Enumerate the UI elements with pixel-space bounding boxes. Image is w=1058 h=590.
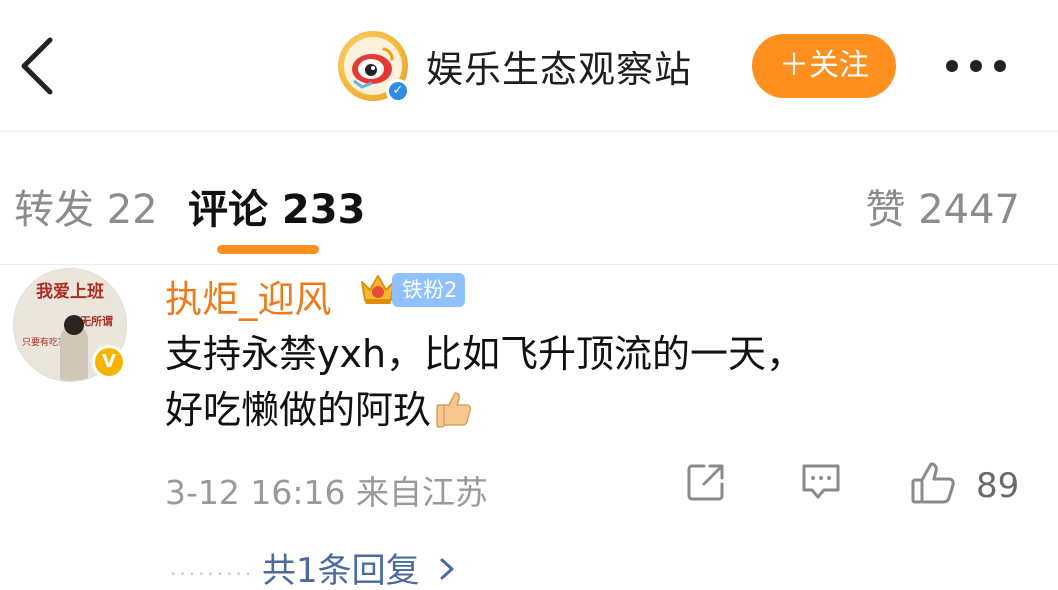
follow-button[interactable]: ＋关注 — [752, 34, 896, 98]
view-replies-link[interactable]: 共1条回复 — [262, 543, 462, 590]
active-tab-indicator — [217, 245, 319, 254]
tab-comments[interactable]: 评论 233 — [188, 177, 365, 235]
verified-badge-icon: V — [92, 345, 126, 379]
avatar-figure-head — [64, 315, 84, 335]
more-dots-icon — [946, 60, 1006, 72]
tab-forwards[interactable]: 转发 22 — [14, 177, 158, 235]
chevron-right-icon — [440, 558, 454, 580]
reply-dots-divider: ········· — [170, 562, 255, 586]
tab-likes[interactable]: 赞 2447 — [865, 177, 1020, 235]
tab-bar: 转发 22 评论 233 赞 2447 — [0, 133, 1058, 265]
account-avatar[interactable]: ✓ — [338, 31, 410, 103]
reply-icon[interactable] — [800, 462, 842, 502]
thumbs-up-emoji-icon — [436, 392, 472, 428]
account-info[interactable]: ✓ 娱乐生态观察站 — [338, 30, 692, 103]
comment-line: 支持永禁yxh，比如飞升顶流的一天， — [165, 332, 805, 376]
more-button[interactable] — [940, 44, 1012, 88]
commenter-username[interactable]: 执炬_迎风 — [165, 269, 332, 323]
avatar-text: 无所谓 — [80, 315, 113, 328]
comment-meta: 3-12 16:16 来自江苏 — [165, 473, 488, 512]
like-count: 89 — [976, 466, 1020, 506]
verified-badge-icon: ✓ — [386, 79, 410, 103]
replies-label: 共1条回复 — [262, 551, 420, 590]
chevron-left-icon — [21, 37, 53, 95]
share-icon[interactable] — [686, 462, 726, 502]
comment-text: 支持永禁yxh，比如飞升顶流的一天， 好吃懒做的阿玖 — [165, 326, 945, 438]
comment-line-2: 好吃懒做的阿玖 — [165, 382, 945, 438]
fan-level-badge: 铁粉2 — [392, 273, 466, 307]
top-bar: ✓ 娱乐生态观察站 ＋关注 — [0, 0, 1058, 132]
avatar-text: 我爱上班 — [36, 282, 104, 302]
account-name[interactable]: 娱乐生态观察站 — [426, 39, 692, 93]
like-thumb-icon[interactable] — [910, 460, 958, 506]
back-button[interactable] — [14, 34, 66, 98]
comment-line: 好吃懒做的阿玖 — [165, 388, 432, 432]
